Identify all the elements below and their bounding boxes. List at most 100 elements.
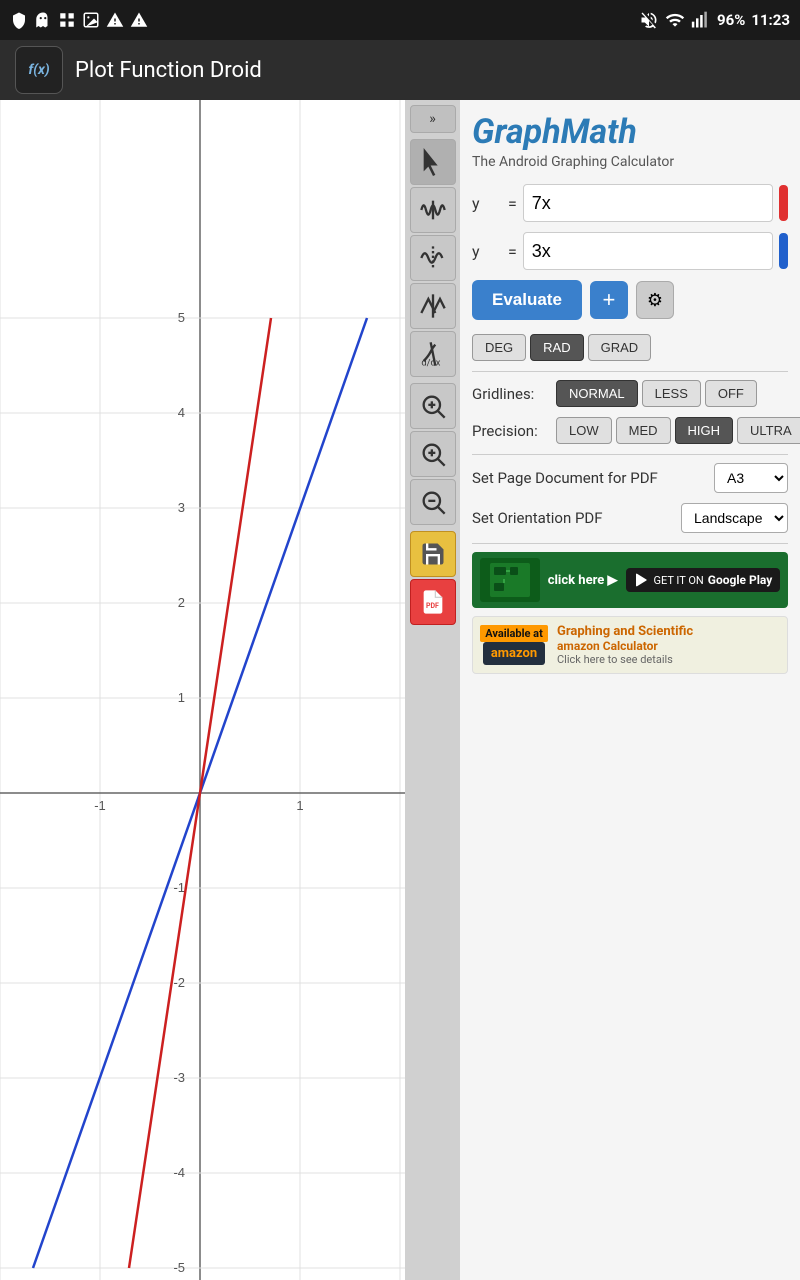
equation-row-1: y =: [472, 184, 788, 222]
svg-text:-3: -3: [173, 1070, 185, 1085]
warning-icon-1: [106, 11, 124, 29]
svg-text:5: 5: [178, 310, 185, 325]
warning-icon-2: [130, 11, 148, 29]
signal-icon: [691, 10, 711, 30]
get-it-on-label: GET IT ON: [654, 574, 704, 587]
available-at-label: Available at: [480, 625, 548, 642]
orientation-label: Set Orientation PDF: [472, 509, 673, 527]
precision-group: Precision: LOW MED HIGH ULTRA: [472, 417, 788, 444]
expand-button[interactable]: »: [410, 105, 456, 133]
pdf-button[interactable]: PDF: [410, 579, 456, 625]
wifi-icon: [665, 10, 685, 30]
zoom-fit-button[interactable]: [410, 383, 456, 429]
graphmath-subtitle: The Android Graphing Calculator: [472, 154, 788, 170]
save-icon: [419, 540, 447, 568]
svg-text:1: 1: [296, 798, 303, 813]
amazon-logo: amazon: [483, 642, 545, 665]
svg-text:-4: -4: [173, 1165, 185, 1180]
status-left-icons: [10, 11, 148, 29]
equation-row-2: y =: [472, 232, 788, 270]
cursor-icon: [419, 148, 447, 176]
mute-icon: [639, 10, 659, 30]
equation-1-input[interactable]: [523, 184, 773, 222]
zoom-in-icon: [419, 440, 447, 468]
equation-1-color[interactable]: [779, 185, 788, 221]
gridlines-label: Gridlines:: [472, 385, 552, 403]
ad2-sub: Click here to see details: [557, 653, 693, 666]
svg-text:2: 2: [178, 595, 185, 610]
ad-banner-2[interactable]: Available at amazon Graphing and Scienti…: [472, 616, 788, 674]
derivative-icon: d/dx: [419, 340, 447, 368]
grad-button[interactable]: GRAD: [588, 334, 652, 361]
cursor-tool-button[interactable]: [410, 139, 456, 185]
zoom-out-button[interactable]: [410, 479, 456, 525]
svg-text:-5: -5: [173, 1260, 185, 1275]
svg-text:4: 4: [178, 405, 185, 420]
deg-button[interactable]: DEG: [472, 334, 526, 361]
equation-2-input[interactable]: [523, 232, 773, 270]
ad-banner-1[interactable]: click here ▶ GET IT ON Google Play: [472, 552, 788, 608]
clock: 11:23: [751, 11, 790, 29]
status-right-info: 96% 11:23: [639, 10, 790, 30]
svg-text:d/dx: d/dx: [421, 358, 440, 368]
title-bar: f(x) Plot Function Droid: [0, 40, 800, 100]
google-play-label: Google Play: [708, 573, 773, 587]
wave2-icon: [419, 244, 447, 272]
rad-button[interactable]: RAD: [530, 334, 583, 361]
svg-text:3: 3: [178, 500, 185, 515]
graph-area[interactable]: 5 4 3 2 1 -1 -2 -3 -4 -5 -1 1: [0, 100, 405, 1280]
evaluate-button[interactable]: Evaluate: [472, 280, 582, 320]
action-row: Evaluate + ⚙: [472, 280, 788, 320]
svg-text:-2: -2: [173, 975, 185, 990]
sine-wave-button[interactable]: [410, 187, 456, 233]
toolbar: »: [405, 100, 460, 1280]
svg-text:1: 1: [178, 690, 185, 705]
orientation-select[interactable]: Landscape Portrait: [681, 503, 788, 533]
wave2-button[interactable]: [410, 235, 456, 281]
circuit-board-icon: [490, 563, 530, 597]
graph-canvas: 5 4 3 2 1 -1 -2 -3 -4 -5 -1 1: [0, 100, 405, 1280]
eq1-label: y: [472, 194, 502, 213]
app-title: Plot Function Droid: [75, 58, 262, 83]
precision-low-button[interactable]: LOW: [556, 417, 612, 444]
add-equation-button[interactable]: +: [590, 281, 628, 319]
gridlines-group: Gridlines: NORMAL LESS OFF: [472, 380, 788, 407]
ad2-title: Graphing and Scientific: [557, 624, 693, 639]
right-panel: GraphMath The Android Graphing Calculato…: [460, 100, 800, 1280]
angle-mode-group: DEG RAD GRAD: [472, 334, 788, 361]
graphmath-logo: GraphMath: [472, 112, 788, 152]
app-logo: f(x): [15, 46, 63, 94]
derivative-button[interactable]: d/dx: [410, 331, 456, 377]
precision-med-button[interactable]: MED: [616, 417, 671, 444]
precision-label: Precision:: [472, 422, 552, 440]
precision-ultra-button[interactable]: ULTRA: [737, 417, 800, 444]
svg-text:PDF: PDF: [426, 602, 439, 610]
equation-2-color[interactable]: [779, 233, 788, 269]
svg-text:-1: -1: [94, 798, 106, 813]
status-bar: 96% 11:23: [0, 0, 800, 40]
ghost-icon: [34, 11, 52, 29]
divider-2: [472, 454, 788, 455]
zoom-in-button[interactable]: [410, 431, 456, 477]
gridlines-less-button[interactable]: LESS: [642, 380, 701, 407]
ad1-click-text: click here ▶: [548, 573, 618, 588]
main-content: 5 4 3 2 1 -1 -2 -3 -4 -5 -1 1 »: [0, 100, 800, 1280]
gridlines-off-button[interactable]: OFF: [705, 380, 757, 407]
google-play-badge[interactable]: GET IT ON Google Play: [626, 568, 781, 592]
pdf-icon: PDF: [419, 588, 447, 616]
divider-1: [472, 371, 788, 372]
sine-wave-icon: [419, 196, 447, 224]
gridlines-normal-button[interactable]: NORMAL: [556, 380, 638, 407]
divider-3: [472, 543, 788, 544]
image-icon: [82, 11, 100, 29]
settings-button[interactable]: ⚙: [636, 281, 674, 319]
page-document-select[interactable]: A3 A4 Letter: [714, 463, 788, 493]
zoom-out-icon: [419, 488, 447, 516]
play-store-icon: [634, 572, 650, 588]
shield-icon: [10, 11, 28, 29]
absolute-button[interactable]: [410, 283, 456, 329]
save-button[interactable]: [410, 531, 456, 577]
grid-icon: [58, 11, 76, 29]
svg-text:-1: -1: [173, 880, 185, 895]
precision-high-button[interactable]: HIGH: [675, 417, 734, 444]
